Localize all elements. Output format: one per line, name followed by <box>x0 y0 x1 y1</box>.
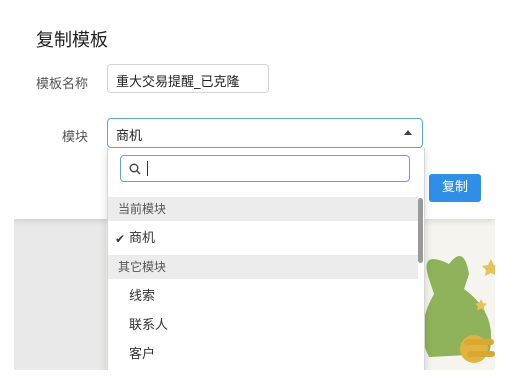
option-xiansuo[interactable]: 线索 <box>108 283 418 311</box>
option-label: 通话 <box>129 368 155 370</box>
group-header-other: 其它模块 <box>108 255 418 279</box>
template-name-input[interactable]: 重大交易提醒_已克隆 <box>107 64 269 93</box>
background-sidebar <box>14 219 107 370</box>
app-frame: 复制模板 模板名称 重大交易提醒_已克隆 模块 商机 复制 当前模块 ✔ 商机 … <box>14 14 495 370</box>
option-label: 联系人 <box>129 318 169 333</box>
module-select[interactable]: 商机 <box>107 118 423 148</box>
check-icon: ✔ <box>115 232 126 246</box>
template-name-label: 模板名称 <box>35 77 88 92</box>
module-select-value: 商机 <box>116 129 143 144</box>
search-icon <box>129 163 141 175</box>
option-label: 商机 <box>129 231 156 246</box>
module-label: 模块 <box>61 130 88 145</box>
option-shangji[interactable]: ✔ 商机 <box>108 225 418 253</box>
caret-up-icon[interactable] <box>404 130 412 135</box>
text-cursor <box>147 161 148 176</box>
option-kehu[interactable]: 客户 <box>108 341 418 369</box>
dropdown-scrollbar[interactable] <box>418 198 423 263</box>
option-label: 客户 <box>129 347 156 362</box>
option-label: 线索 <box>129 289 156 304</box>
copy-button[interactable]: 复制 <box>429 174 481 202</box>
dialog-title: 复制模板 <box>36 30 108 51</box>
group-header-current: 当前模块 <box>108 197 418 221</box>
option-lianxiren[interactable]: 联系人 <box>108 312 418 340</box>
option-tonghua[interactable]: 通话 <box>108 368 418 370</box>
module-dropdown: 当前模块 ✔ 商机 其它模块 线索 联系人 客户 通话 <box>107 148 425 370</box>
dropdown-search-input[interactable] <box>120 155 410 182</box>
